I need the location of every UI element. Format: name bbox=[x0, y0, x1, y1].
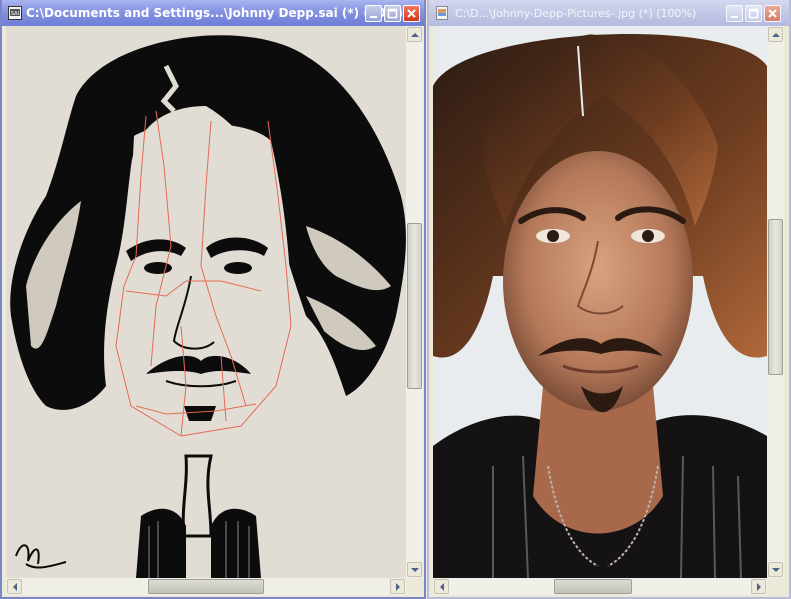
drawing-canvas[interactable] bbox=[6, 26, 406, 578]
vertical-scroll-thumb[interactable] bbox=[768, 219, 783, 375]
minimize-icon bbox=[731, 16, 738, 18]
vertical-scroll-thumb[interactable] bbox=[407, 223, 422, 389]
arrow-right-icon bbox=[396, 583, 400, 591]
sai-document-icon: SAI bbox=[8, 6, 22, 20]
maximize-button[interactable] bbox=[745, 5, 762, 22]
close-button[interactable] bbox=[403, 5, 420, 22]
scroll-down-button[interactable] bbox=[768, 562, 783, 577]
sai-document-window[interactable]: SAI C:\Documents and Settings...\Johnny … bbox=[0, 0, 426, 599]
close-button[interactable] bbox=[764, 5, 781, 22]
scroll-up-button[interactable] bbox=[407, 27, 422, 42]
arrow-up-icon bbox=[411, 33, 419, 37]
window-title: C:\Documents and Settings...\Johnny Depp… bbox=[26, 6, 404, 20]
vertical-scrollbar[interactable] bbox=[767, 26, 784, 578]
minimize-button[interactable] bbox=[365, 5, 382, 22]
vertical-scrollbar[interactable] bbox=[406, 26, 423, 578]
titlebar-reference-image[interactable]: C:\D...\Johnny-Depp-Pictures-.jpg (*) (1… bbox=[429, 0, 789, 26]
arrow-down-icon bbox=[411, 568, 419, 572]
titlebar-sai-document[interactable]: SAI C:\Documents and Settings...\Johnny … bbox=[2, 0, 424, 26]
reference-photo bbox=[433, 26, 767, 578]
caricature-artwork bbox=[6, 26, 406, 578]
arrow-right-icon bbox=[757, 583, 761, 591]
scroll-left-button[interactable] bbox=[7, 579, 22, 594]
arrow-left-icon bbox=[13, 583, 17, 591]
horizontal-scroll-thumb[interactable] bbox=[148, 579, 264, 594]
arrow-up-icon bbox=[772, 33, 780, 37]
maximize-icon bbox=[748, 8, 759, 19]
svg-text:SAI: SAI bbox=[11, 11, 19, 17]
arrow-left-icon bbox=[440, 583, 444, 591]
scroll-left-button[interactable] bbox=[434, 579, 449, 594]
reference-image-window[interactable]: C:\D...\Johnny-Depp-Pictures-.jpg (*) (1… bbox=[427, 0, 791, 599]
window-title: C:\D...\Johnny-Depp-Pictures-.jpg (*) (1… bbox=[455, 7, 697, 20]
horizontal-scroll-thumb[interactable] bbox=[554, 579, 632, 594]
minimize-icon bbox=[370, 16, 377, 18]
minimize-button[interactable] bbox=[726, 5, 743, 22]
reference-photo-view[interactable] bbox=[433, 26, 767, 578]
arrow-down-icon bbox=[772, 568, 780, 572]
close-icon bbox=[768, 9, 777, 18]
scroll-right-button[interactable] bbox=[390, 579, 405, 594]
scroll-up-button[interactable] bbox=[768, 27, 783, 42]
scroll-down-button[interactable] bbox=[407, 562, 422, 577]
image-file-icon bbox=[436, 6, 448, 20]
maximize-button[interactable] bbox=[384, 5, 401, 22]
horizontal-scrollbar[interactable] bbox=[433, 578, 767, 595]
close-icon bbox=[407, 9, 416, 18]
scroll-right-button[interactable] bbox=[751, 579, 766, 594]
maximize-icon bbox=[387, 8, 398, 19]
horizontal-scrollbar[interactable] bbox=[6, 578, 406, 595]
